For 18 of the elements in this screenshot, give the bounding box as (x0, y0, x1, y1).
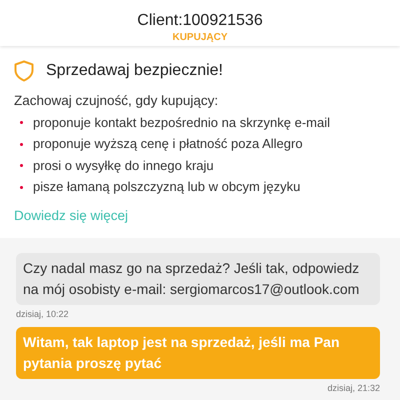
learn-more-link[interactable]: Dowiedz się więcej (14, 206, 128, 226)
bullet-icon (20, 121, 23, 124)
safety-intro: Zachowaj czujność, gdy kupujący: (14, 92, 220, 110)
bullet-icon (20, 142, 23, 146)
warning-item: pisze łamaną polszczyzną lub w obcym języku (33, 178, 300, 196)
shield-icon (14, 60, 34, 82)
message-time: dzisiaj, 21:32 (327, 382, 380, 395)
message-bubble: Witam, tak laptop jest na sprzedaż, jeśli ma Pan pytania proszę pytać (16, 326, 380, 378)
bullet-icon (20, 186, 23, 188)
warning-item: proponuje wyższą cenę i płatność poza Allegro (33, 135, 303, 154)
client-title: Client:100921536 (137, 11, 263, 31)
warning-item: prosi o wysyłkę do innego kraju (33, 156, 214, 175)
bullet-icon (20, 164, 23, 167)
message-time: dzisiaj, 10:22 (16, 308, 69, 321)
warning-item: proponuje kontakt bezpośrednio na skrzynkę e-mail (33, 114, 330, 132)
role-label: KUPUJĄCY (172, 31, 228, 45)
safety-title: Sprzedawaj bezpiecznie! (46, 60, 223, 81)
message-bubble: Czy nadal masz go na sprzedaż? Jeśli tak, odpowiedz na mój osobisty e-mail: sergiomarcos17@outlook.com (16, 253, 380, 305)
